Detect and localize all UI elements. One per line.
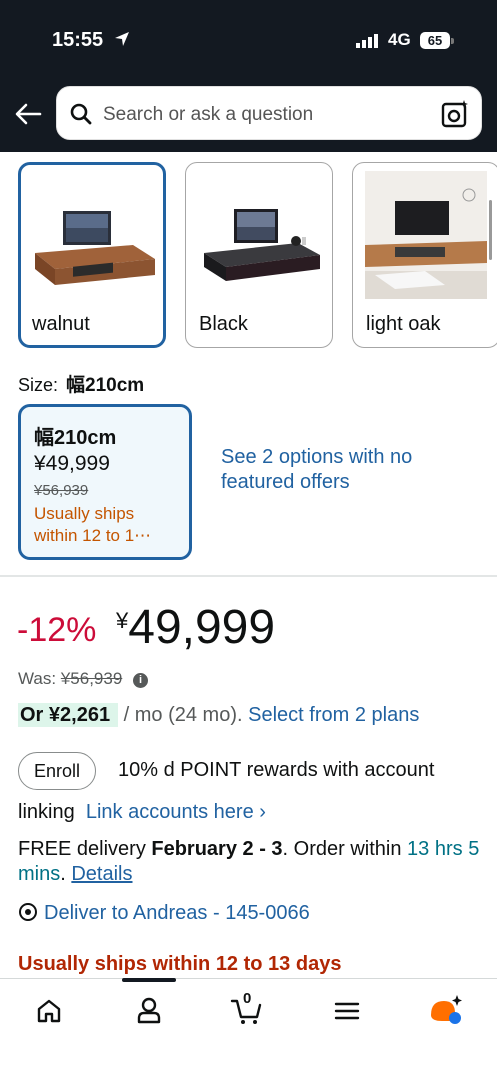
delivery-info: FREE delivery February 2 - 3. Order with… — [18, 837, 488, 887]
variant-label: walnut — [32, 313, 90, 335]
currency-symbol: ¥ — [116, 608, 129, 633]
variant-label: Black — [199, 313, 248, 335]
size-option-was-price: ¥56,939 — [34, 482, 89, 499]
deliver-to-text: Deliver to Andreas - 145-0066 — [44, 902, 310, 924]
light-oak-tv-stand-image — [365, 171, 487, 299]
installment-highlight: Or ¥2,261 — [18, 703, 119, 727]
back-arrow-icon[interactable] — [14, 102, 42, 126]
cart-count: 0 — [243, 990, 252, 1007]
enroll-button[interactable]: Enroll — [18, 752, 96, 790]
was-price-row: Was: ¥56,939 i — [18, 669, 149, 689]
variant-walnut[interactable]: walnut — [18, 162, 166, 348]
current-price: ¥49,999 — [116, 600, 275, 655]
shipping-notice: Usually ships within 12 to 13 days — [18, 953, 342, 975]
shipping-line-2: within 12 to 1⋯ — [34, 526, 152, 545]
size-label: Size: — [18, 375, 59, 395]
was-price: ¥56,939 — [60, 669, 123, 688]
search-placeholder: Search or ask a question — [103, 104, 314, 125]
variant-black[interactable]: Black — [185, 162, 333, 348]
home-icon[interactable] — [31, 993, 67, 1029]
select-plans-link[interactable]: Select from 2 plans — [248, 704, 419, 726]
was-label: Was: — [18, 669, 57, 688]
battery-tip — [451, 38, 454, 44]
size-option-shipping: Usually ships within 12 to 1⋯ — [34, 503, 182, 547]
search-icon — [70, 103, 92, 125]
battery-icon: 65 — [420, 32, 450, 49]
points-rewards-text-cont: linking — [18, 801, 75, 823]
link-accounts-link[interactable]: Link accounts here › — [86, 801, 266, 823]
active-tab-indicator — [122, 978, 176, 982]
color-variant-selector: walnut Black light oak — [0, 152, 497, 357]
account-icon[interactable] — [131, 993, 167, 1029]
bottom-navigation: 0 — [0, 978, 497, 1080]
network-type: 4G — [388, 30, 411, 49]
delivery-sep: . — [60, 863, 66, 885]
delivery-details-link[interactable]: Details — [71, 863, 132, 885]
info-icon[interactable]: i — [133, 673, 149, 688]
camera-lens-icon[interactable] — [440, 99, 470, 129]
search-input[interactable]: Search or ask a question — [56, 86, 482, 140]
size-option-210cm[interactable]: 幅210cm ¥49,999 ¥56,939 Usually ships wit… — [18, 404, 192, 560]
installment-term: / mo (24 mo). — [123, 704, 243, 726]
size-row: Size: 幅210cm — [18, 370, 144, 397]
order-within: . Order within — [282, 838, 402, 860]
price-amount: 49,999 — [128, 601, 276, 654]
linking-row: linking Link accounts here › — [18, 801, 266, 824]
size-option-title: 幅210cm — [34, 427, 117, 449]
section-divider — [0, 575, 497, 577]
deliver-to-link[interactable]: Deliver to Andreas - 145-0066 — [18, 902, 310, 925]
size-value: 幅210cm — [66, 375, 145, 396]
menu-icon[interactable] — [329, 993, 365, 1029]
status-time: 15:55 — [52, 29, 104, 51]
black-tv-stand-image — [204, 209, 320, 281]
shipping-line-1: Usually ships — [34, 504, 135, 523]
location-arrow-icon — [115, 32, 129, 46]
rufus-icon[interactable] — [428, 993, 464, 1029]
variant-label: light oak — [366, 313, 441, 335]
size-option-price: ¥49,999 — [34, 452, 110, 475]
discount-percent: -12% — [17, 611, 97, 649]
delivery-prefix: FREE delivery — [18, 838, 146, 860]
variant-light-oak[interactable]: light oak — [352, 162, 497, 348]
top-header: 15:55 4G 65 Search or ask a question — [0, 0, 497, 152]
installment-row: Or ¥2,261 / mo (24 mo). Select from 2 pl… — [18, 703, 419, 727]
see-options-link[interactable]: See 2 options with no featured offers — [221, 445, 421, 495]
points-rewards-text: 10% d POINT rewards with account — [118, 759, 435, 781]
signal-icon — [356, 34, 378, 48]
walnut-tv-stand-image — [35, 211, 155, 285]
horizontal-scroll-indicator — [489, 200, 492, 260]
cart-button[interactable]: 0 — [229, 990, 265, 1029]
delivery-dates: February 2 - 3 — [151, 838, 283, 860]
location-pin-icon — [19, 903, 37, 921]
